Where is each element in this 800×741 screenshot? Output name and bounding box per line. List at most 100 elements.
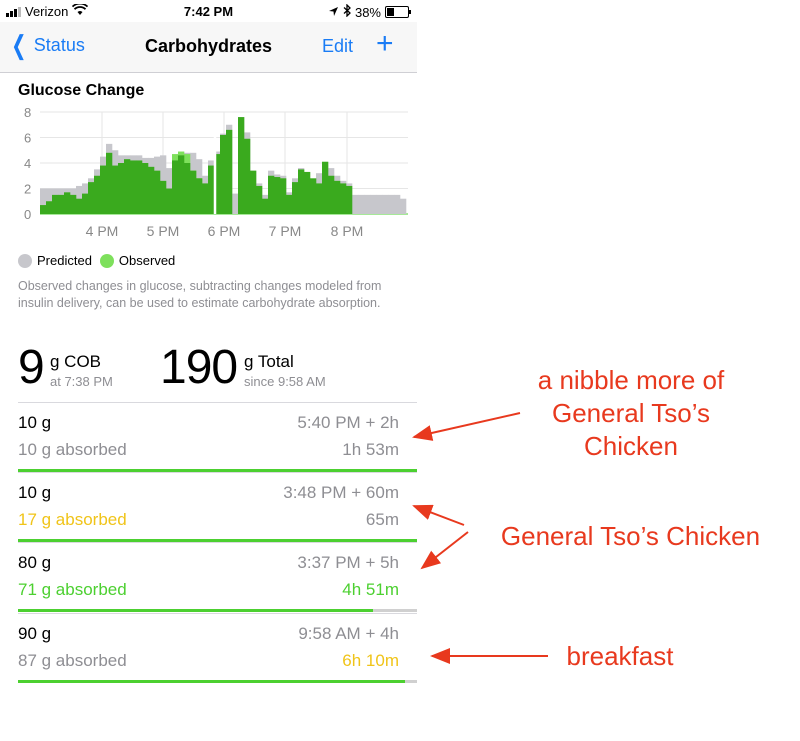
x-tick-label: 7 PM <box>269 223 302 239</box>
entry-amount: 10 g <box>18 483 52 502</box>
arrow-to-entry-3 <box>420 531 469 570</box>
bar-observed <box>256 185 263 214</box>
total-since: since 9:58 AM <box>244 374 326 389</box>
bar-observed <box>64 192 71 214</box>
carb-entry[interactable]: 10 g 5:40 PM + 2h 10 g absorbed 1h 53m <box>18 402 417 473</box>
bar-observed <box>262 198 269 214</box>
entry-duration: 1h 53m <box>342 440 399 459</box>
chart-title: Glucose Change <box>18 82 145 99</box>
y-tick-label: 2 <box>24 182 31 197</box>
entry-duration: 4h 51m <box>342 580 399 599</box>
navigation-bar: ❮ Status Carbohydrates Edit + <box>0 22 417 73</box>
y-tick-label: 0 <box>24 207 31 222</box>
add-button[interactable]: + <box>376 28 394 60</box>
legend-observed-label: Observed <box>118 253 176 268</box>
x-tick-label: 6 PM <box>208 223 241 239</box>
chart-description: Observed changes in glucose, subtracting… <box>18 279 382 310</box>
bar-observed <box>346 185 353 214</box>
absorption-progress-fill <box>18 680 406 683</box>
bar-observed <box>172 160 179 214</box>
bar-observed <box>322 161 329 214</box>
arrow-to-entry-2 <box>412 504 465 526</box>
bar-observed <box>202 183 209 214</box>
bar-observed <box>340 183 347 214</box>
entry-time: 9:58 AM + 4h <box>298 624 399 643</box>
bar-observed <box>304 171 311 214</box>
bar-observed <box>112 165 119 214</box>
bar-observed <box>52 194 59 214</box>
entry-absorbed: 71 g absorbed <box>18 580 127 599</box>
carb-entry[interactable]: 10 g 3:48 PM + 60m 17 g absorbed 65m <box>18 472 417 543</box>
bar-observed <box>148 166 155 214</box>
bar-observed <box>94 175 101 214</box>
bar-observed <box>40 205 47 214</box>
entry-time: 3:48 PM + 60m <box>283 483 399 502</box>
cob-value: 9 <box>18 341 45 394</box>
entry-amount: 90 g <box>18 624 52 643</box>
bar-observed <box>292 182 299 214</box>
carb-entry[interactable]: 80 g 3:37 PM + 5h 71 g absorbed 4h 51m <box>18 542 417 613</box>
bluetooth-icon <box>343 3 351 20</box>
entry-time: 3:37 PM + 5h <box>297 553 399 572</box>
bar-observed <box>190 170 197 214</box>
bar-observed <box>298 169 305 214</box>
total-value: 190 <box>160 341 238 394</box>
bar-observed <box>88 182 95 214</box>
entry-duration: 6h 10m <box>342 651 399 670</box>
entry-absorbed: 87 g absorbed <box>18 651 127 670</box>
bar-predicted <box>400 198 407 214</box>
bar-predicted <box>370 194 377 214</box>
x-tick-label: 8 PM <box>331 223 364 239</box>
bar-observed <box>310 178 317 214</box>
bar-observed <box>184 163 191 214</box>
entry-duration: 65m <box>365 510 399 529</box>
bar-predicted <box>376 194 383 214</box>
bar-observed <box>70 194 77 214</box>
bar-observed <box>250 170 257 214</box>
bar-predicted <box>382 194 389 214</box>
bar-observed <box>178 155 185 214</box>
bar-observed <box>280 178 287 214</box>
legend-predicted-label: Predicted <box>37 253 92 268</box>
bar-observed <box>118 163 125 214</box>
bar-observed <box>286 194 293 214</box>
annotation-nibble-line1: a nibble more of <box>537 365 725 395</box>
bar-predicted <box>388 194 395 214</box>
annotation-nibble: a nibble more of General Tso’s Chicken <box>500 364 762 463</box>
phone-screen: Verizon 7:42 PM 38% ❮ Status Carbohydrat… <box>0 0 417 741</box>
bar-observed <box>244 138 251 214</box>
glucose-change-chart: 0 2 4 6 8 4 PM 5 PM 6 PM 7 PM 8 PM <box>24 105 408 239</box>
bar-predicted <box>232 193 239 214</box>
status-bar: Verizon 7:42 PM 38% <box>0 0 417 22</box>
legend-item-predicted: Predicted <box>18 253 92 268</box>
bar-observed <box>226 129 233 214</box>
observed-dot <box>99 253 114 268</box>
bar-predicted <box>358 194 365 214</box>
entry-amount: 10 g <box>18 413 52 432</box>
y-tick-label: 6 <box>24 131 31 146</box>
location-icon <box>328 5 339 20</box>
absorption-progress-fill <box>18 609 374 612</box>
bar-observed <box>100 165 107 214</box>
bar-observed <box>130 160 137 214</box>
bar-observed <box>58 194 65 214</box>
bar-observed <box>274 177 281 214</box>
bar-observed <box>76 198 83 214</box>
y-tick-label: 4 <box>24 156 31 171</box>
edit-button[interactable]: Edit <box>322 36 353 57</box>
carb-entry[interactable]: 90 g 9:58 AM + 4h 87 g absorbed 6h 10m <box>18 613 417 684</box>
legend-item-observed: Observed <box>99 253 176 268</box>
annotation-general-tso: General Tso’s Chicken <box>500 521 761 551</box>
bar-observed <box>334 180 341 214</box>
cob-time: at 7:38 PM <box>50 374 113 389</box>
bar-observed <box>82 193 89 214</box>
bar-observed <box>106 152 113 214</box>
bar-observed <box>124 159 131 214</box>
entry-absorbed: 17 g absorbed <box>18 510 127 529</box>
absorption-progress <box>18 680 417 683</box>
bar-observed <box>160 180 167 214</box>
page-title: Carbohydrates <box>144 36 273 56</box>
entry-absorbed: 10 g absorbed <box>18 440 127 459</box>
bar-observed <box>208 165 215 214</box>
cob-unit: g COB <box>50 352 102 371</box>
